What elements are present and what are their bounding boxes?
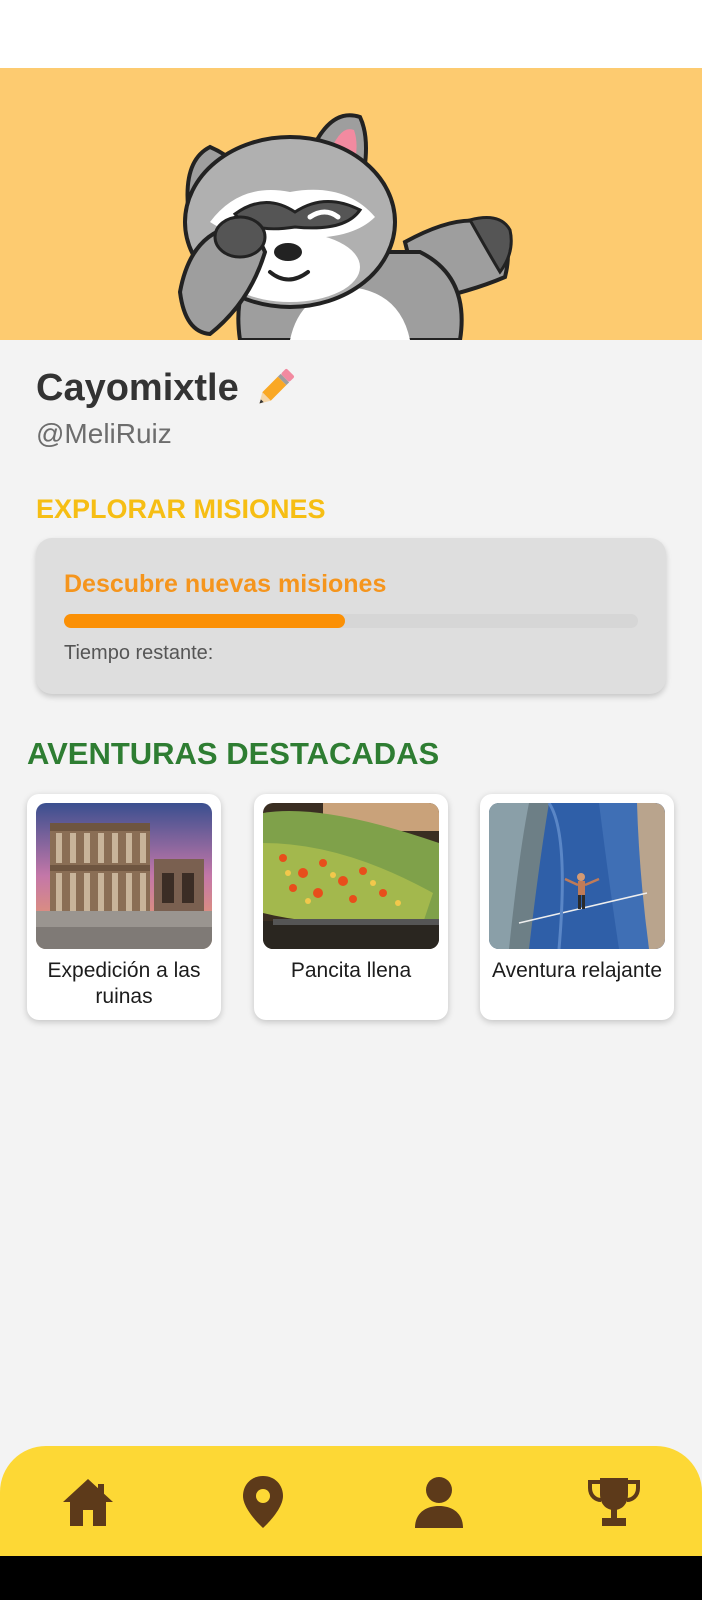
bottom-navigation bbox=[0, 1446, 702, 1556]
status-bar bbox=[0, 0, 702, 68]
system-navigation-bar bbox=[0, 1556, 702, 1600]
raccoon-mascot-illustration bbox=[177, 113, 513, 340]
explore-missions-title: EXPLORAR MISIONES bbox=[36, 494, 326, 524]
adventure-card-relax[interactable]: Aventura relajante bbox=[480, 794, 674, 1020]
profile-banner bbox=[0, 68, 702, 340]
nav-trophies[interactable] bbox=[582, 1470, 646, 1534]
ruins-image bbox=[36, 803, 212, 949]
mission-card[interactable]: Descubre nuevas misiones Tiempo restante… bbox=[36, 538, 666, 694]
mission-card-title: Descubre nuevas misiones bbox=[64, 570, 387, 598]
featured-adventures-title: AVENTURAS DESTACADAS bbox=[27, 736, 440, 771]
home-icon bbox=[63, 1479, 113, 1526]
adventure-label: Aventura relajante bbox=[491, 959, 663, 982]
adventure-label: Pancita llena bbox=[290, 959, 412, 982]
map-pin-icon bbox=[243, 1476, 283, 1528]
canyon-image bbox=[489, 803, 665, 949]
profile-username: @MeliRuiz bbox=[36, 418, 172, 449]
profile-name-text: Cayomixtle bbox=[36, 366, 239, 409]
mission-progress-fill bbox=[64, 614, 346, 628]
food-image bbox=[263, 803, 439, 949]
adventure-card-food[interactable]: Pancita llena bbox=[254, 794, 448, 1020]
nav-home[interactable] bbox=[56, 1470, 120, 1534]
trophy-icon bbox=[588, 1478, 640, 1526]
profile-name: Cayomixtle bbox=[36, 364, 299, 412]
nav-profile[interactable] bbox=[407, 1470, 471, 1534]
time-remaining-label: Tiempo restante: bbox=[64, 642, 214, 664]
nav-map[interactable] bbox=[231, 1470, 295, 1534]
adventure-label: Expedición a las ruinas bbox=[47, 959, 201, 1008]
mission-progress-bar bbox=[64, 614, 638, 628]
person-icon bbox=[415, 1477, 463, 1528]
adventure-card-ruins[interactable]: Expedición a las ruinas bbox=[27, 794, 221, 1020]
pencil-icon[interactable] bbox=[251, 364, 299, 412]
